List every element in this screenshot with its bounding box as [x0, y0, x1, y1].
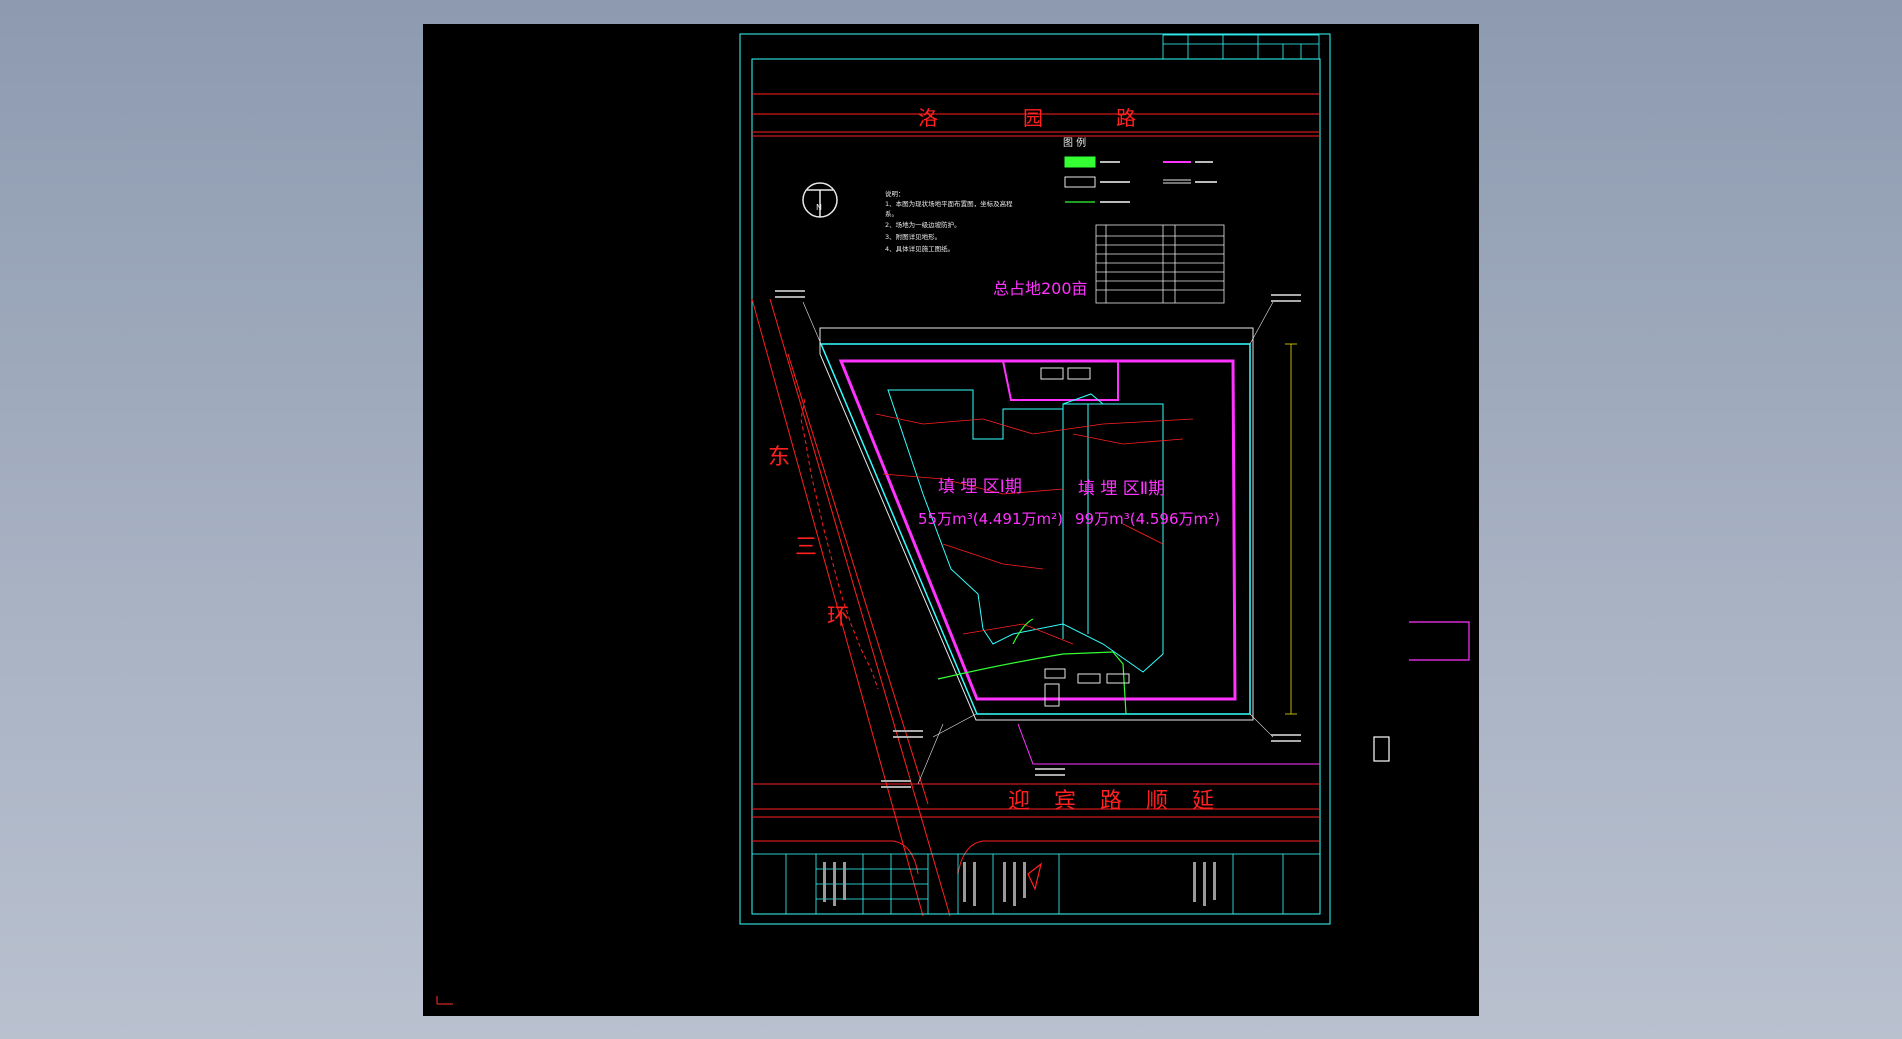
- west-road-name: 东 三 环: [768, 445, 849, 630]
- notes-line-4: 3、附图详见地形。: [885, 232, 941, 241]
- zone-2-area: 99万m³(4.596万m²): [1075, 510, 1220, 528]
- zone-1-area: 55万m³(4.491万m²): [918, 510, 1063, 528]
- south-road-name: 迎 宾 路 顺 延: [1008, 789, 1214, 814]
- site-top-notch: [1002, 360, 1119, 401]
- north-road-name: 洛 园 路: [918, 106, 1136, 130]
- sheet-outer-frame: [739, 33, 1331, 925]
- north-arrow-icon: N: [802, 182, 838, 218]
- title-block-logo: [1027, 862, 1042, 891]
- ucs-axis-icon: [436, 996, 453, 1005]
- total-area-label: 总占地200亩: [993, 279, 1088, 298]
- notes-title: 说明：: [885, 189, 905, 198]
- legend-title: 图 例: [1063, 136, 1086, 149]
- notes-line-5: 4、具体详见施工图纸。: [885, 244, 954, 253]
- svg-text:N: N: [816, 203, 822, 212]
- zone-labels: 填 埋 区Ⅰ期 55万m³(4.491万m²) 填 埋 区Ⅱ期 99万m³(4.…: [918, 477, 1220, 528]
- west-road-char-2: 三: [795, 535, 817, 560]
- legend-swatch-green: [1064, 156, 1096, 168]
- south-road-lines: [752, 783, 1320, 875]
- legend-block: 图 例: [1063, 136, 1217, 203]
- notes-line-1: 1、本图为现状场地平面布置图，坐标及高程: [885, 199, 1013, 208]
- south-road-char-2: 宾: [1054, 789, 1076, 814]
- south-road-char-3: 路: [1100, 789, 1122, 814]
- general-notes: 说明： 1、本图为现状场地平面布置图，坐标及高程 系。 2、场地为一级边坡防护。…: [885, 189, 1013, 253]
- west-road-lines: [751, 298, 951, 917]
- south-road-char-5: 延: [1192, 789, 1214, 814]
- west-road-char-1: 东: [768, 445, 790, 470]
- legend-table: [1095, 224, 1225, 304]
- internal-contours: [875, 413, 1194, 645]
- notes-line-3: 2、场地为一级边坡防护。: [885, 220, 961, 229]
- south-access-magenta: [1017, 723, 1320, 765]
- north-road-char-2: 园: [1023, 106, 1043, 130]
- site-plan-drawing: 洛 园 路 图 例 N 说明： 1、本图为现状场地平面布置图，坐标及高程 系。 …: [436, 33, 1331, 1005]
- notes-line-2: 系。: [885, 209, 898, 218]
- south-road-char-1: 迎: [1008, 789, 1030, 814]
- west-road-char-3: 环: [827, 605, 849, 630]
- north-road-char-3: 路: [1116, 106, 1136, 130]
- zone-1-title: 填 埋 区Ⅰ期: [938, 477, 1022, 497]
- dimension-lines: [1285, 343, 1297, 715]
- landfill-cells: [887, 389, 1164, 673]
- coordinate-leaders: [802, 301, 1274, 785]
- south-road-char-4: 顺: [1146, 789, 1168, 814]
- north-road-char-1: 洛: [918, 106, 938, 130]
- legend-swatch-white: [1064, 176, 1096, 188]
- zone-2-title: 填 埋 区Ⅱ期: [1078, 479, 1165, 499]
- top-corner-label-box: [1162, 34, 1320, 60]
- cad-model-viewport[interactable]: 洛 园 路 图 例 N 说明： 1、本图为现状场地平面布置图，坐标及高程 系。 …: [423, 24, 1479, 1016]
